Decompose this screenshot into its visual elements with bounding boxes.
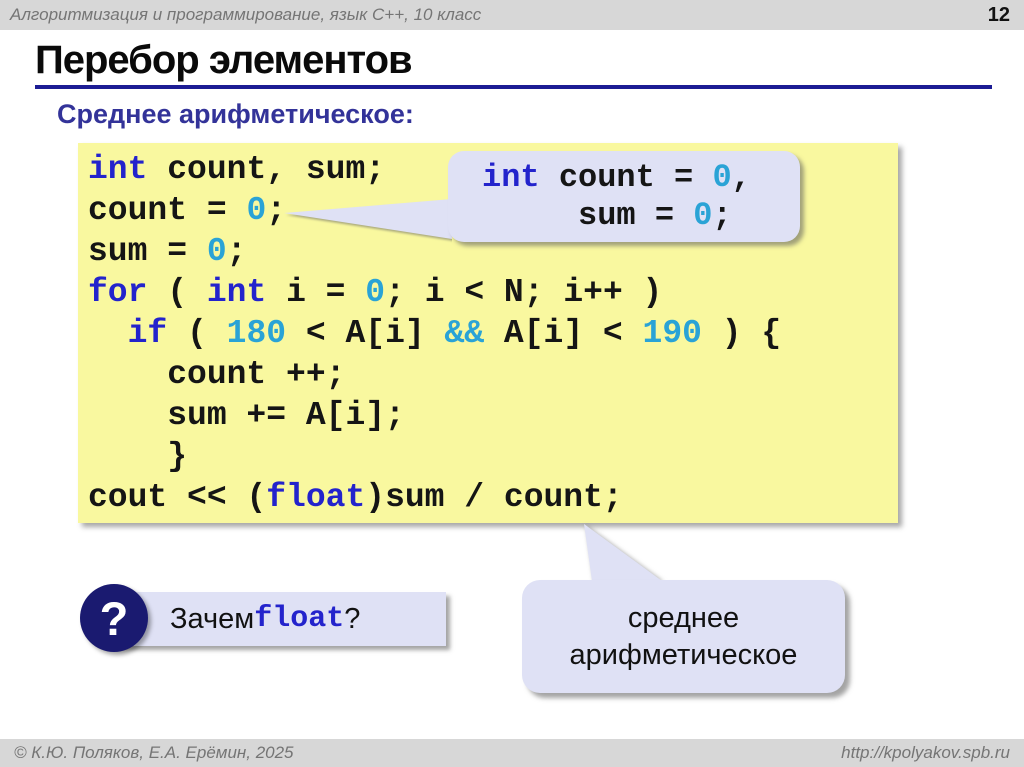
question-mark-glyph: ? bbox=[99, 591, 129, 645]
avg-callout-tail bbox=[584, 524, 662, 581]
header-bar: Алгоритмизация и программирование, язык … bbox=[0, 0, 1024, 30]
avg-callout-line2: арифметическое bbox=[569, 638, 798, 671]
slide: Алгоритмизация и программирование, язык … bbox=[0, 0, 1024, 767]
question-keyword: float bbox=[254, 602, 345, 636]
question-mark-icon: ? bbox=[80, 584, 148, 652]
page-title: Перебор элементов bbox=[35, 38, 413, 82]
slide-number: 12 bbox=[987, 3, 1010, 26]
footer-bar: © К.Ю. Поляков, Е.А. Ерёмин, 2025 http:/… bbox=[0, 739, 1024, 767]
header-course-title: Алгоритмизация и программирование, язык … bbox=[10, 5, 482, 24]
avg-callout-bubble: среднее арифметическое bbox=[522, 580, 845, 693]
footer-site-link[interactable]: http://kpolyakov.spb.ru bbox=[841, 743, 1010, 763]
init-callout-tail bbox=[284, 199, 452, 239]
title-underline bbox=[35, 85, 992, 89]
footer-authors: © К.Ю. Поляков, Е.А. Ерёмин, 2025 bbox=[14, 743, 294, 762]
init-callout-bubble: int count = 0, sum = 0; bbox=[448, 151, 800, 242]
section-subtitle: Среднее арифметическое: bbox=[57, 99, 414, 129]
avg-callout-line1: среднее bbox=[627, 601, 740, 634]
question-suffix: ? bbox=[344, 602, 361, 635]
question-prefix: Зачем bbox=[170, 602, 255, 635]
question-bar: Зачем float? bbox=[112, 592, 446, 646]
